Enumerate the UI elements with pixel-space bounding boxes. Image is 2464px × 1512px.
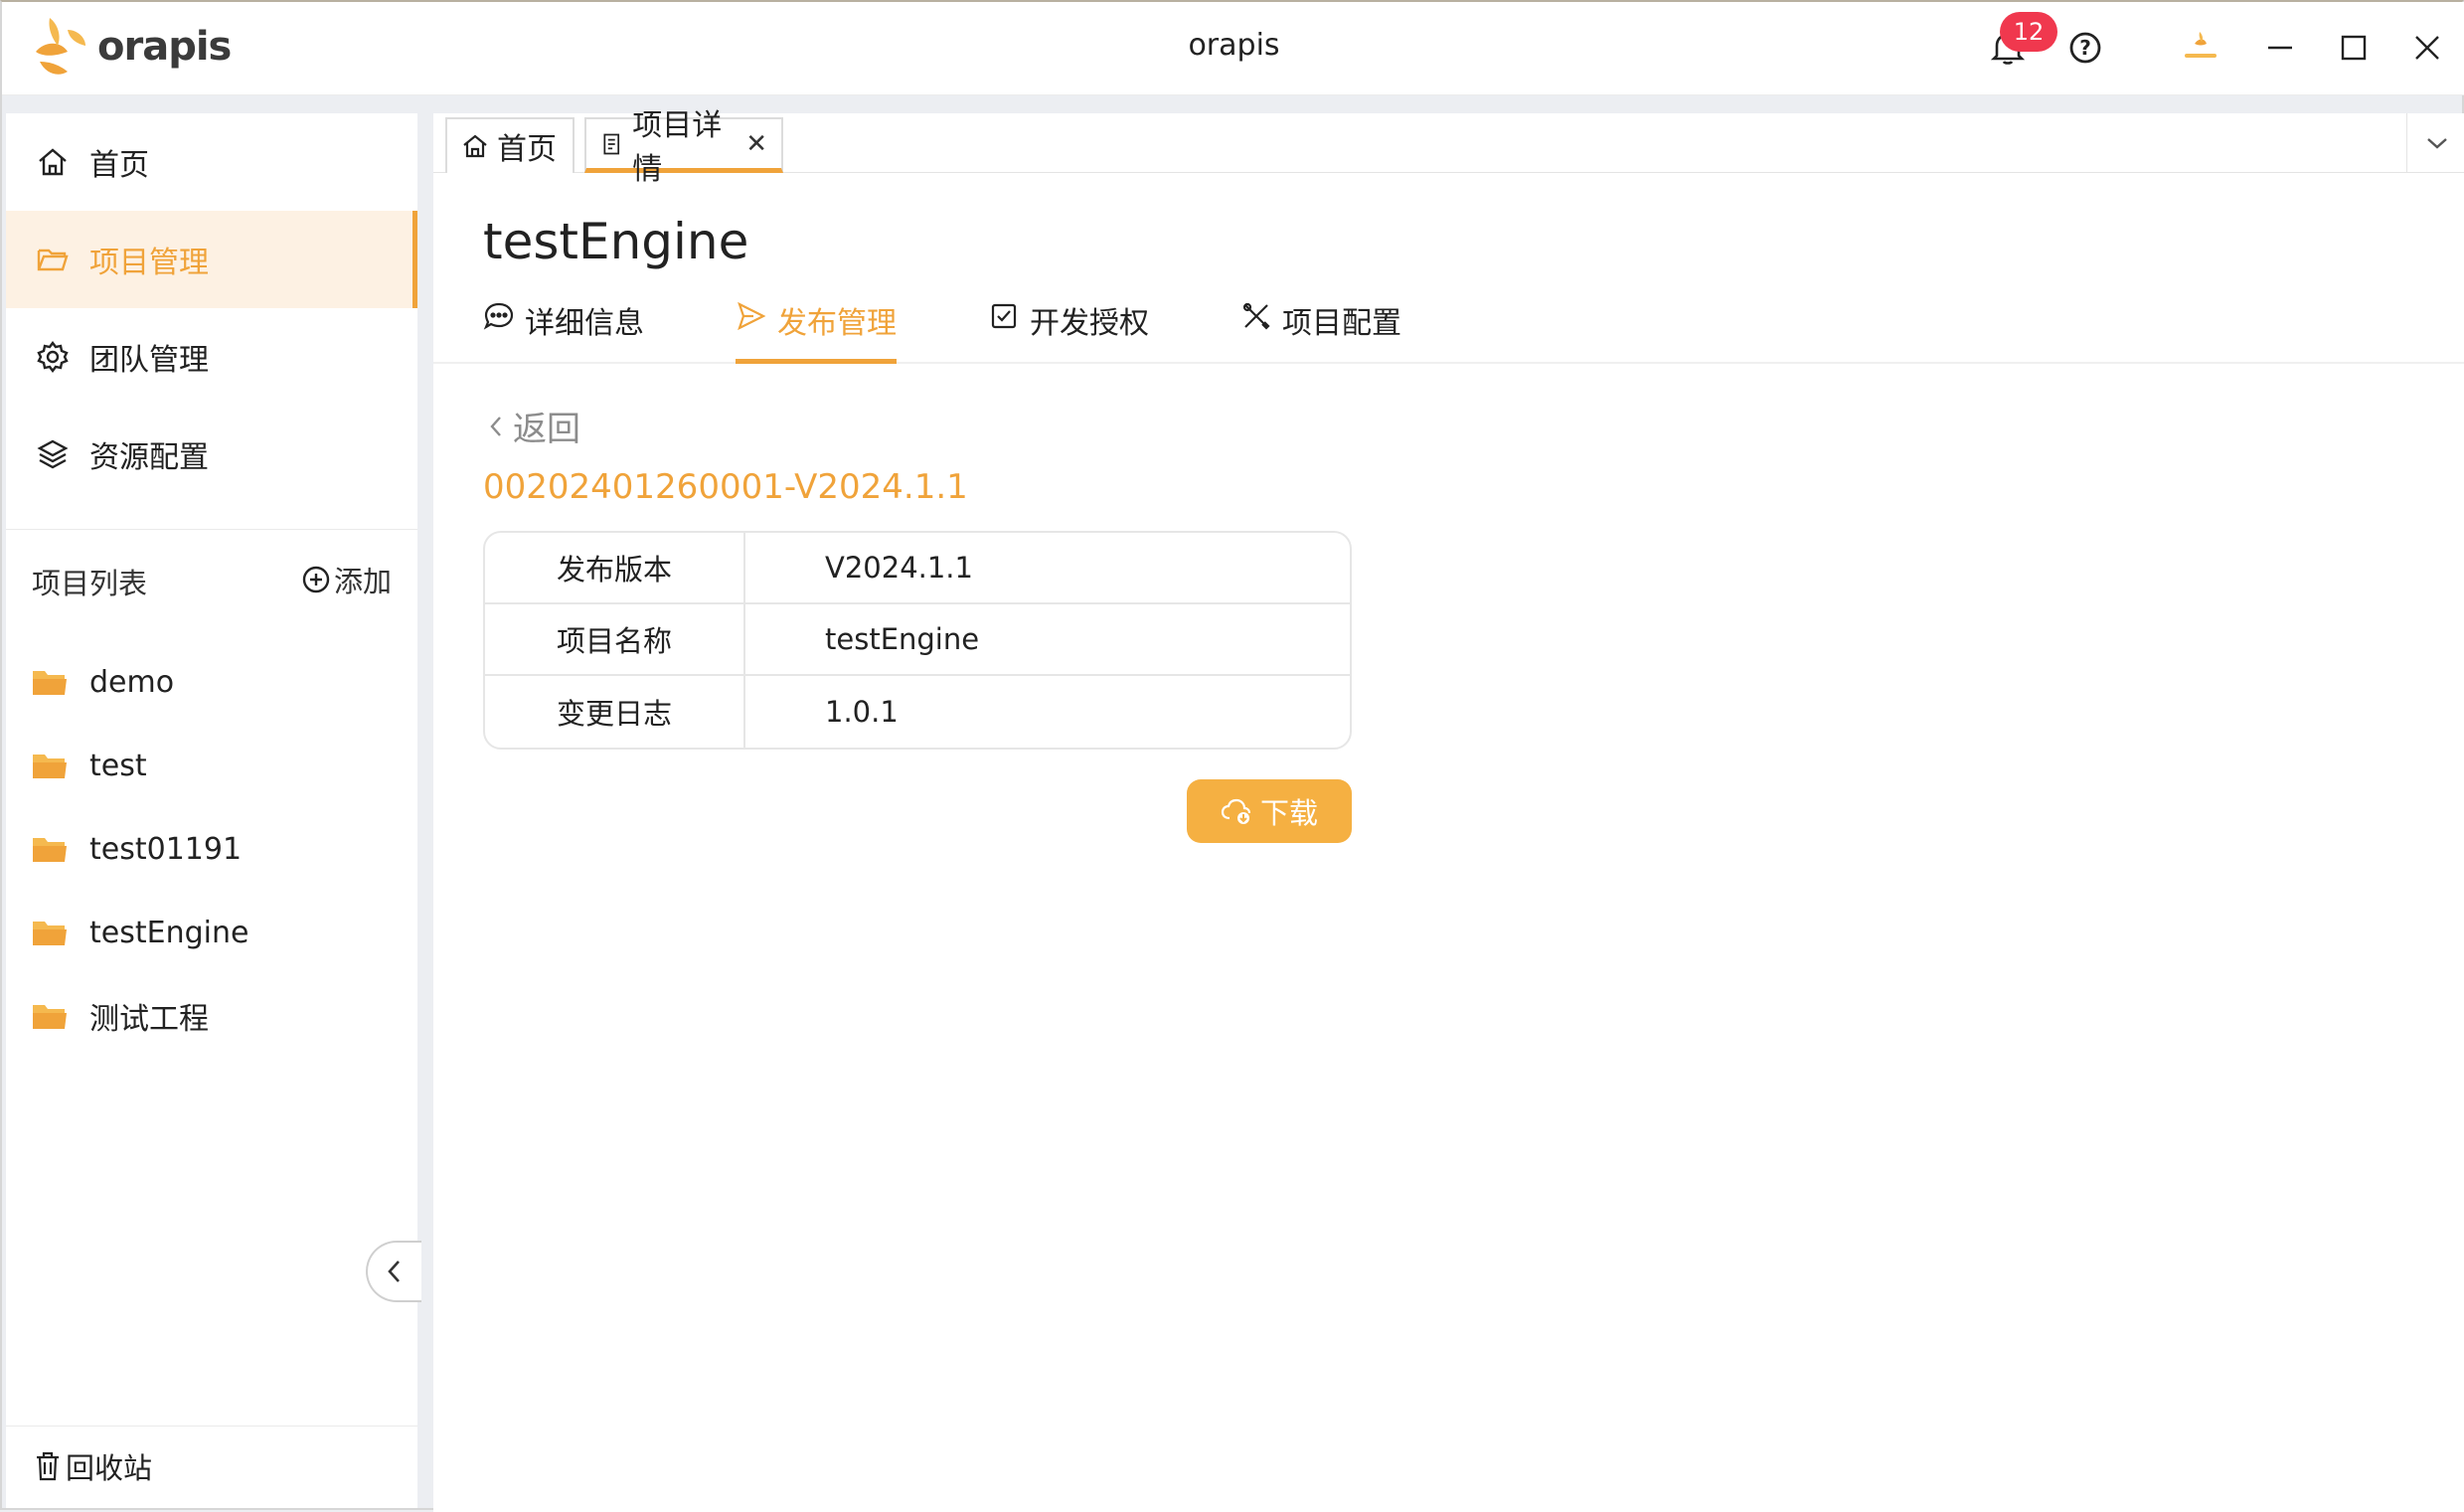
sidebar-item-team-management[interactable]: 团队管理 [6, 308, 417, 406]
svg-text:?: ? [2079, 36, 2091, 60]
table-row: 项目名称 testEngine [485, 604, 1350, 676]
chat-bubble-icon [483, 302, 514, 330]
tab-home[interactable]: 首页 [445, 117, 575, 173]
release-info-table: 发布版本 V2024.1.1 项目名称 testEngine 变更日志 1.0.… [483, 531, 1352, 750]
project-item-label: test [89, 748, 147, 783]
download-label: 下载 [1259, 796, 1318, 830]
plus-circle-icon [302, 566, 330, 593]
maximize-icon [2341, 35, 2367, 61]
sidebar: 首页 项目管理 团队管理 资源配置 项目列表 添加 demo test test… [6, 113, 417, 1508]
subtab-details[interactable]: 详细信息 [483, 298, 644, 364]
info-key: 项目名称 [485, 604, 745, 676]
sidebar-item-label: 资源配置 [89, 440, 209, 475]
page-title: testEngine [483, 213, 749, 270]
app-window: orapis orapis 12 ? 首页 项目管理 团队管理 资源配置 项目列… [0, 0, 2464, 1512]
back-label: 返回 [513, 410, 580, 449]
sidebar-item-label: 首页 [89, 148, 149, 183]
project-item[interactable]: testEngine [32, 903, 248, 962]
tab-list-dropdown[interactable] [2406, 113, 2464, 173]
info-value: testEngine [745, 604, 1350, 676]
cloud-download-icon [1221, 798, 1251, 824]
logo-text: orapis [97, 24, 232, 70]
add-project-label: 添加 [334, 565, 393, 598]
maximize-button[interactable] [2324, 20, 2383, 76]
home-icon [39, 148, 67, 176]
layers-icon [37, 439, 69, 469]
sidebar-item-project-management[interactable]: 项目管理 [6, 211, 417, 308]
main-content: 首页 项目详情 ✕ testEngine 详细信息 发布管理 开发授权 项目配置… [433, 108, 2464, 1512]
checkbox-icon [991, 303, 1017, 329]
info-key: 变更日志 [485, 676, 745, 748]
subtab-label: 发布管理 [777, 306, 897, 341]
project-subtabs: 详细信息 发布管理 开发授权 项目配置 [433, 298, 2464, 364]
minimize-icon [2268, 46, 2292, 50]
tab-label: 首页 [497, 132, 557, 167]
chevron-left-icon [490, 416, 501, 436]
back-link[interactable]: 返回 [485, 402, 580, 450]
notification-badge: 12 [2000, 12, 2057, 52]
sidebar-divider [6, 529, 417, 530]
close-window-button[interactable] [2397, 20, 2457, 76]
trash-icon [37, 1451, 59, 1481]
chevron-left-icon [388, 1260, 400, 1282]
add-project-button[interactable]: 添加 [300, 559, 392, 600]
sidebar-item-home[interactable]: 首页 [6, 113, 417, 211]
help-icon: ? [2069, 32, 2101, 64]
logo-icon [36, 18, 85, 75]
subtab-label: 开发授权 [1030, 306, 1149, 341]
project-item-label: test01191 [89, 831, 243, 867]
sidebar-item-label: 项目管理 [89, 246, 209, 280]
sidebar-item-resource-config[interactable]: 资源配置 [6, 406, 417, 503]
collapse-sidebar-button[interactable] [366, 1241, 421, 1302]
close-icon [2415, 36, 2439, 60]
app-logo: orapis [28, 12, 232, 82]
project-item[interactable]: 测试工程 [32, 986, 209, 1046]
avatar-logo-icon [2185, 32, 2217, 58]
chevron-down-icon [2426, 138, 2447, 149]
minimize-button[interactable] [2250, 20, 2310, 76]
project-item-label: 测试工程 [89, 1002, 209, 1037]
project-list-title: 项目列表 [32, 567, 148, 600]
user-avatar[interactable] [2173, 28, 2228, 68]
tab-project-detail[interactable]: 项目详情 ✕ [584, 108, 783, 187]
project-item-label: testEngine [89, 915, 249, 950]
tab-label: 项目详情 [632, 107, 723, 187]
title-bar: orapis orapis 12 ? [2, 2, 2464, 95]
subtab-label: 项目配置 [1282, 306, 1401, 341]
folder-icon [33, 1005, 67, 1029]
page-tab-bar: 首页 项目详情 ✕ [433, 108, 2464, 187]
tab-close-icon[interactable]: ✕ [745, 129, 767, 159]
folder-icon [33, 922, 67, 945]
project-item[interactable]: demo [32, 652, 174, 712]
table-row: 变更日志 1.0.1 [485, 676, 1350, 748]
info-value: 1.0.1 [825, 695, 899, 729]
download-button[interactable]: 下载 [1187, 779, 1352, 843]
subtab-project-config[interactable]: 项目配置 [1240, 298, 1401, 364]
subtab-dev-authorization[interactable]: 开发授权 [988, 298, 1149, 364]
tools-icon [1242, 302, 1270, 330]
send-icon [738, 301, 766, 331]
subtab-release-management[interactable]: 发布管理 [736, 298, 897, 364]
home-icon [463, 134, 487, 158]
recycle-bin-button[interactable]: 回收站 [34, 1445, 152, 1487]
folder-open-icon [37, 249, 69, 271]
sidebar-divider [6, 1426, 417, 1427]
project-item[interactable]: test01191 [32, 819, 242, 879]
subtab-label: 详细信息 [525, 306, 644, 341]
info-key: 发布版本 [485, 533, 745, 604]
table-row: 发布版本 V2024.1.1 [485, 533, 1350, 604]
folder-icon [33, 671, 67, 695]
folder-icon [33, 755, 67, 778]
project-item-label: demo [89, 664, 175, 700]
recycle-bin-label: 回收站 [66, 1451, 153, 1485]
info-value: V2024.1.1 [745, 533, 1350, 604]
gear-icon [37, 341, 69, 373]
document-icon [603, 133, 620, 154]
project-item[interactable]: test [32, 736, 147, 795]
release-id: 00202401260001-V2024.1.1 [483, 467, 968, 507]
help-button[interactable]: ? [2061, 24, 2109, 72]
sidebar-item-label: 团队管理 [89, 343, 209, 378]
folder-icon [33, 838, 67, 862]
